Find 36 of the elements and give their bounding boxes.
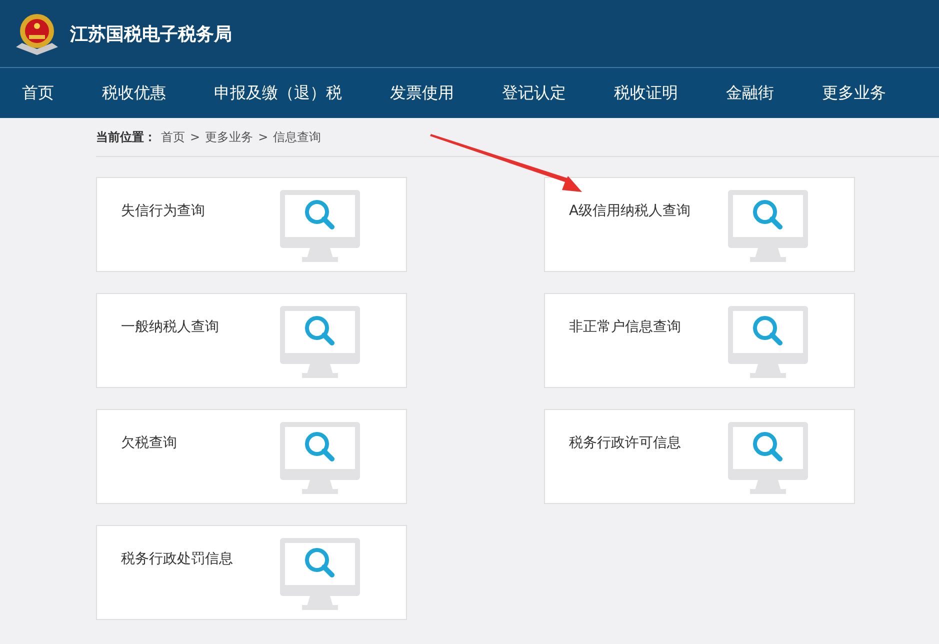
nav-item[interactable]: 登记认定	[502, 82, 566, 104]
card-title: 税务行政许可信息	[569, 434, 681, 452]
breadcrumb-link[interactable]: 更多业务	[205, 128, 254, 146]
card-title: 欠税查询	[121, 434, 177, 452]
breadcrumb-label: 当前位置：	[96, 128, 156, 146]
query-card[interactable]: A级信用纳税人查询	[544, 177, 855, 272]
card-title: A级信用纳税人查询	[569, 202, 691, 220]
card-title: 失信行为查询	[121, 202, 205, 220]
card-title: 一般纳税人查询	[121, 318, 219, 336]
monitor-search-icon	[280, 306, 360, 378]
nav-item[interactable]: 更多业务	[822, 82, 886, 104]
breadcrumb-separator: >	[258, 130, 268, 144]
card-title: 税务行政处罚信息	[121, 550, 233, 568]
nav-item[interactable]: 税收证明	[614, 82, 678, 104]
monitor-search-icon	[280, 422, 360, 494]
monitor-search-icon	[728, 422, 808, 494]
query-card[interactable]: 非正常户信息查询	[544, 293, 855, 388]
breadcrumb-link[interactable]: 首页	[161, 128, 185, 146]
monitor-search-icon	[728, 190, 808, 262]
query-card[interactable]: 税务行政处罚信息	[96, 525, 407, 620]
nav-item[interactable]: 金融街	[726, 82, 774, 104]
card-title: 非正常户信息查询	[569, 318, 681, 336]
nav-item[interactable]: 税收优惠	[102, 82, 166, 104]
query-card[interactable]: 一般纳税人查询	[96, 293, 407, 388]
site-title: 江苏国税电子税务局	[70, 22, 232, 46]
nav-item[interactable]: 发票使用	[390, 82, 454, 104]
query-card[interactable]: 欠税查询	[96, 409, 407, 504]
query-card[interactable]: 税务行政许可信息	[544, 409, 855, 504]
breadcrumb-separator: >	[190, 130, 200, 144]
breadcrumb-link[interactable]: 信息查询	[273, 128, 322, 146]
nav-item[interactable]: 首页	[22, 82, 54, 104]
monitor-search-icon	[280, 190, 360, 262]
monitor-search-icon	[728, 306, 808, 378]
monitor-search-icon	[280, 538, 360, 610]
nav-item[interactable]: 申报及缴（退）税	[214, 82, 342, 104]
query-card[interactable]: 失信行为查询	[96, 177, 407, 272]
